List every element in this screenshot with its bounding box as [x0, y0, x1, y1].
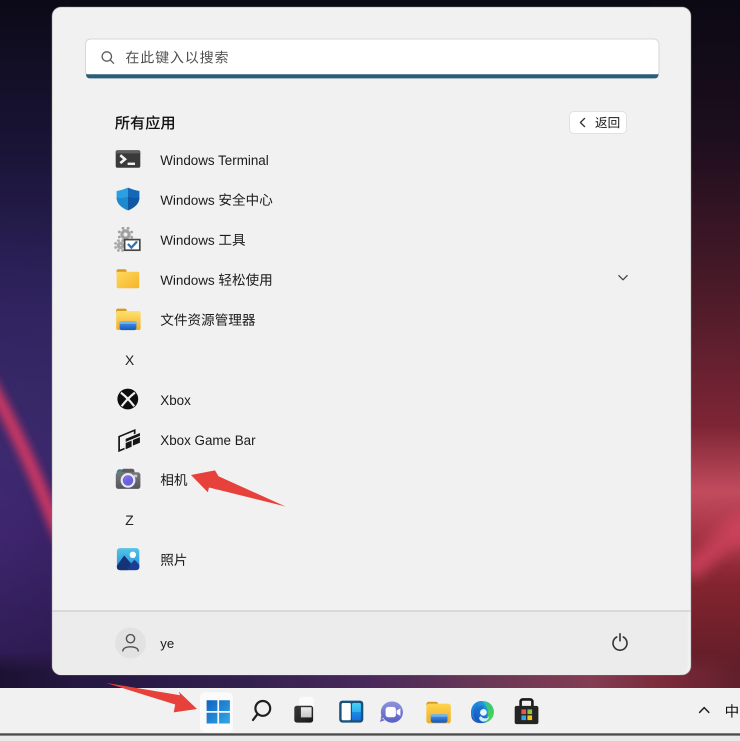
- svg-text:ye: ye: [160, 636, 174, 651]
- svg-text:Xbox Game Bar: Xbox Game Bar: [160, 433, 256, 448]
- svg-text:Z: Z: [125, 513, 133, 528]
- svg-text:Windows Terminal: Windows Terminal: [160, 153, 268, 168]
- svg-text:X: X: [125, 353, 134, 368]
- svg-text:Xbox: Xbox: [160, 393, 191, 408]
